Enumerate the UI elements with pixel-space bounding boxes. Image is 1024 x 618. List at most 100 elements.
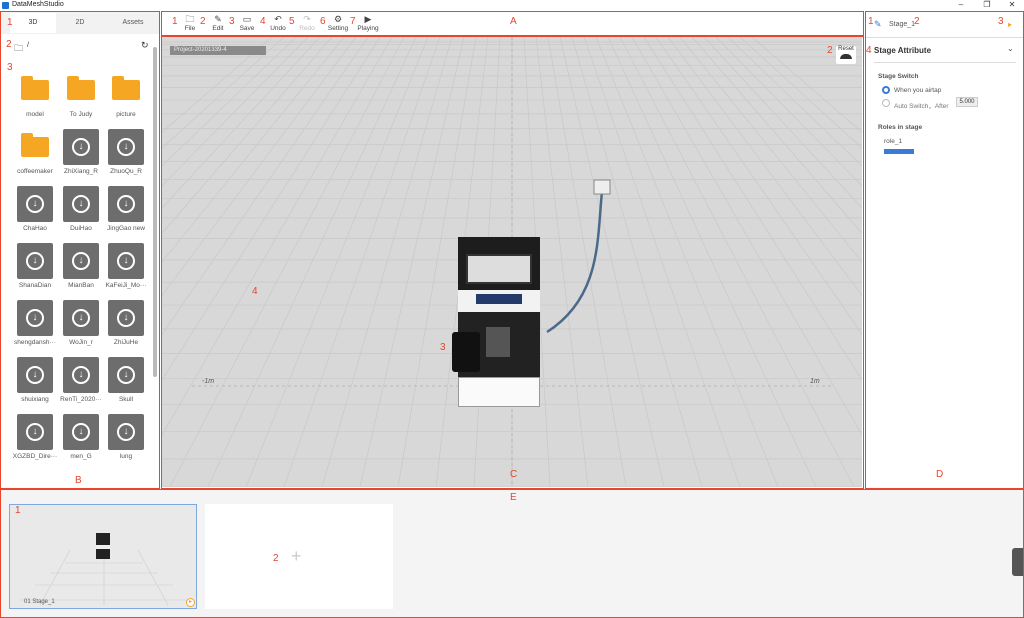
model-item[interactable]: ↓ [108, 186, 144, 222]
folder-nav-icon[interactable]: 🗀 [14, 41, 23, 57]
tab-2d[interactable]: 2D [57, 13, 103, 33]
option-auto-label: Auto Switch，After [894, 103, 949, 110]
stage-strip: 01 Stage_1 ▸ + [0, 490, 1024, 618]
minimize-icon[interactable]: – [950, 0, 972, 11]
redo-button[interactable]: ↷ Redo [293, 14, 321, 32]
folder-icon [67, 76, 95, 100]
model-item[interactable]: ↓ [17, 300, 53, 336]
axis-pos-label: 1m [810, 378, 820, 385]
toolbar-label: Undo [270, 25, 286, 32]
folder-item[interactable] [63, 72, 99, 108]
project-name-tag: Project-20201339-4 [170, 46, 266, 55]
annotation-B: B [75, 475, 82, 486]
model-item[interactable]: ↓ [108, 357, 144, 393]
annotation-d2: 2 [914, 16, 920, 27]
folder-icon [112, 76, 140, 100]
download-icon: ↓ [72, 309, 90, 327]
model-item[interactable]: ↓ [108, 414, 144, 450]
toolbar-label: Edit [212, 25, 224, 32]
annotation-d1: 1 [868, 16, 874, 27]
refresh-icon[interactable]: ↻ [141, 40, 149, 51]
edit-stage-icon[interactable]: ✎ [874, 19, 882, 30]
app-logo-icon [2, 2, 9, 9]
model-item[interactable]: ↓ [108, 243, 144, 279]
annotation-a7: 7 [350, 16, 356, 27]
plus-icon: + [291, 546, 302, 566]
reset-view-button[interactable]: Reset [836, 46, 856, 64]
folder-item[interactable] [17, 72, 53, 108]
toolbar-label: Setting [327, 25, 349, 32]
playing-button[interactable]: ▶ Playing [354, 14, 382, 32]
save-button[interactable]: ▭ Save [233, 14, 261, 32]
chevron-down-icon[interactable]: ⌄ [1007, 44, 1014, 53]
annotation-D: D [936, 469, 944, 480]
model-item[interactable]: ↓ [17, 186, 53, 222]
annotation-a6: 6 [320, 16, 326, 27]
model-item[interactable]: ↓ [17, 414, 53, 450]
model-item[interactable]: ↓ [63, 186, 99, 222]
model-item[interactable]: ↓ [63, 357, 99, 393]
asset-label: men_G [70, 453, 92, 460]
model-item[interactable]: ↓ [63, 300, 99, 336]
save-icon: ▭ [242, 14, 252, 24]
title-bar: DataMeshStudio – ❐ ✕ [0, 0, 1024, 11]
annotation-E: E [510, 492, 517, 503]
asset-label: ZhiJuHe [113, 339, 139, 346]
stage-play-small-icon[interactable]: ▸ [186, 598, 195, 607]
toolbar-label: Redo [299, 25, 315, 32]
folder-item[interactable] [108, 72, 144, 108]
side-handle[interactable] [1012, 548, 1024, 576]
tab-3d[interactable]: 3D [10, 13, 56, 33]
folder-item[interactable] [17, 129, 53, 165]
download-icon: ↓ [26, 423, 44, 441]
annotation-c2: 2 [827, 45, 833, 56]
model-item[interactable]: ↓ [108, 300, 144, 336]
asset-label: WoJin_r [69, 339, 93, 346]
annotation-b3: 3 [7, 62, 13, 73]
auto-switch-seconds-input[interactable]: 5.000 [956, 97, 978, 107]
model-item[interactable]: ↓ [108, 129, 144, 165]
download-icon: ↓ [26, 195, 44, 213]
axis-neg-label: -1m [202, 378, 215, 385]
edit-button[interactable]: ✎ Edit [204, 14, 232, 32]
asset-scrollbar[interactable] [153, 47, 157, 377]
asset-label: model [26, 111, 44, 118]
asset-label: KaFeiJi_Mo··· [105, 282, 147, 289]
asset-label: MianBan [68, 282, 94, 289]
annotation-a1: 1 [172, 16, 178, 27]
restore-icon[interactable]: ❐ [976, 0, 998, 11]
annotation-c4: 4 [252, 286, 258, 297]
undo-button[interactable]: ↶ Undo [264, 14, 292, 32]
setting-button[interactable]: ⚙ Setting [324, 14, 352, 32]
download-icon: ↓ [26, 309, 44, 327]
close-icon[interactable]: ✕ [1001, 0, 1023, 11]
scene-viewport[interactable]: Project-20201339-4 Reset -1m 1m [162, 37, 862, 487]
tab-assets[interactable]: Assets [110, 13, 156, 33]
asset-label: JingGao new [107, 225, 145, 232]
role-name[interactable]: role_1 [884, 138, 902, 145]
asset-label: RenTi_2020··· [60, 396, 102, 403]
coffee-machine-model[interactable] [452, 232, 547, 412]
annotation-e1: 1 [15, 505, 21, 516]
model-item[interactable]: ↓ [63, 129, 99, 165]
model-item[interactable]: ↓ [17, 357, 53, 393]
stage-switch-label: Stage Switch [878, 73, 919, 80]
asset-label: Skull [118, 396, 134, 403]
asset-label: ZhiXiang_R [64, 168, 98, 175]
add-stage-button[interactable]: + [205, 504, 393, 609]
stage-play-icon[interactable]: ▸ [1008, 20, 1012, 29]
stage-card[interactable]: 01 Stage_1 ▸ [9, 504, 197, 609]
model-item[interactable]: ↓ [63, 243, 99, 279]
radio-auto-switch[interactable] [882, 99, 890, 107]
annotation-d3: 3 [998, 16, 1004, 27]
download-icon: ↓ [72, 252, 90, 270]
model-item[interactable]: ↓ [17, 243, 53, 279]
model-item[interactable]: ↓ [63, 414, 99, 450]
radio-airtap[interactable] [882, 86, 890, 94]
download-icon: ↓ [72, 195, 90, 213]
annotation-e2: 2 [273, 553, 279, 564]
play-icon: ▶ [364, 14, 372, 24]
annotation-C: C [510, 469, 518, 480]
asset-label: ChaHao [23, 225, 47, 232]
download-icon: ↓ [117, 138, 135, 156]
